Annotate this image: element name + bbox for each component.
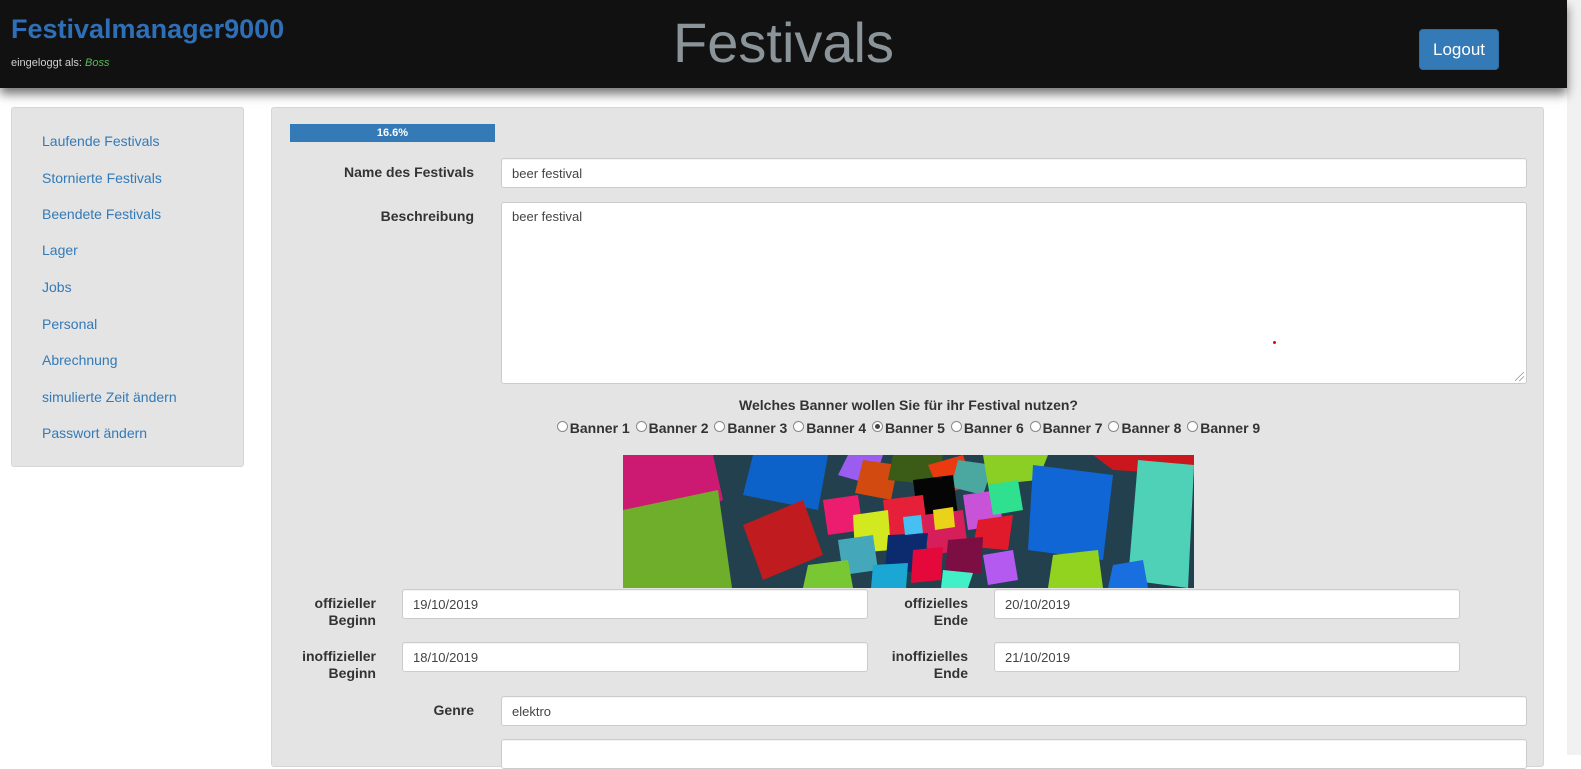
top-navbar: Festivalmanager9000 eingeloggt als: Boss…	[0, 0, 1567, 88]
banner-option-label: Banner 4	[806, 420, 867, 436]
banner-option-label: Banner 6	[963, 420, 1024, 436]
official-start-label: offizieller Beginn	[292, 595, 376, 629]
cursor-marker	[1273, 341, 1276, 344]
sidebar-item-simulierte-zeit[interactable]: simulierte Zeit ändern	[42, 389, 177, 405]
unofficial-start-input[interactable]: 18/10/2019	[402, 642, 868, 672]
unofficial-end-label-line2: Ende	[933, 665, 968, 681]
sidebar-item-stornierte-festivals[interactable]: Stornierte Festivals	[42, 170, 162, 186]
banner-option-3[interactable]: Banner 3	[714, 420, 787, 436]
unofficial-start-label-line2: Beginn	[328, 665, 376, 681]
radio-button-icon[interactable]	[950, 421, 962, 432]
sidebar-item-jobs[interactable]: Jobs	[42, 279, 72, 295]
sidebar-item-lager[interactable]: Lager	[42, 242, 78, 258]
progress-bar-fill: 16.6%	[290, 124, 495, 142]
radio-button-icon[interactable]	[635, 421, 647, 432]
banner-option-1[interactable]: Banner 1	[556, 420, 630, 436]
banner-option-9[interactable]: Banner 9	[1187, 420, 1260, 436]
banner-option-2[interactable]: Banner 2	[635, 420, 709, 436]
banner-option-label: Banner 9	[1200, 420, 1261, 436]
page-scrollbar[interactable]	[1567, 0, 1581, 755]
festival-name-input[interactable]: beer festival	[501, 158, 1527, 188]
unofficial-end-input[interactable]: 21/10/2019	[994, 642, 1460, 672]
official-end-label-line2: Ende	[933, 612, 968, 628]
unofficial-start-label-line1: inoffizieller	[302, 648, 376, 664]
banner-question: Welches Banner wollen Sie für ihr Festiv…	[739, 397, 1078, 413]
sidebar-item-beendete-festivals[interactable]: Beendete Festivals	[42, 206, 161, 222]
banner-option-label: Banner 7	[1042, 420, 1103, 436]
genre-label: Genre	[433, 702, 474, 718]
radio-button-icon[interactable]	[872, 421, 884, 432]
description-textarea[interactable]: beer festival	[501, 202, 1527, 384]
festival-form-panel: 16.6% Name des Festivals beer festival B…	[271, 107, 1545, 769]
radio-button-icon[interactable]	[556, 421, 568, 432]
progress-bar: 16.6%	[290, 124, 495, 142]
sidebar: Laufende Festivals Stornierte Festivals …	[11, 107, 244, 467]
banner-radio-group: Banner 1 Banner 2 Banner 3 Banner 4 Bann…	[272, 420, 1545, 436]
description-label: Beschreibung	[380, 208, 474, 224]
banner-option-label: Banner 1	[569, 420, 630, 436]
banner-option-4[interactable]: Banner 4	[793, 420, 866, 436]
banner-option-8[interactable]: Banner 8	[1108, 420, 1181, 436]
description-text: beer festival	[512, 209, 583, 224]
genre-input[interactable]: elektro	[501, 696, 1527, 726]
banner-option-5[interactable]: Banner 5	[872, 420, 945, 436]
banner-option-label: Banner 3	[727, 420, 788, 436]
page-title: Festivals	[673, 11, 894, 74]
radio-button-icon[interactable]	[714, 421, 726, 432]
official-end-label: offizielles Ende	[882, 595, 968, 629]
sidebar-item-personal[interactable]: Personal	[42, 316, 97, 332]
official-end-input[interactable]: 20/10/2019	[994, 589, 1460, 619]
name-label: Name des Festivals	[344, 164, 474, 180]
unofficial-end-label: inoffizielles Ende	[882, 648, 968, 682]
official-start-label-line1: offizieller	[314, 595, 376, 611]
unofficial-start-label: inoffizieller Beginn	[292, 648, 376, 682]
sidebar-item-passwort[interactable]: Passwort ändern	[42, 425, 147, 441]
banner-option-6[interactable]: Banner 6	[950, 420, 1024, 436]
sidebar-item-laufende-festivals[interactable]: Laufende Festivals	[42, 133, 160, 149]
banner-artwork	[623, 455, 1194, 588]
radio-button-icon[interactable]	[1108, 421, 1120, 432]
sidebar-item-abrechnung[interactable]: Abrechnung	[42, 352, 118, 368]
banner-option-7[interactable]: Banner 7	[1029, 420, 1103, 436]
official-start-input[interactable]: 19/10/2019	[402, 589, 868, 619]
logout-button[interactable]: Logout	[1419, 29, 1499, 70]
official-end-label-line1: offizielles	[904, 595, 968, 611]
radio-button-icon[interactable]	[793, 421, 805, 432]
radio-button-icon[interactable]	[1029, 421, 1041, 432]
budget-input[interactable]	[501, 739, 1527, 769]
banner-preview-image	[623, 455, 1194, 588]
resize-grip-icon[interactable]	[1515, 372, 1524, 381]
banner-option-label: Banner 8	[1121, 420, 1182, 436]
unofficial-end-label-line1: inoffizielles	[891, 648, 968, 664]
radio-button-icon[interactable]	[1187, 421, 1199, 432]
official-start-label-line2: Beginn	[328, 612, 376, 628]
banner-option-label: Banner 5	[885, 420, 945, 436]
banner-option-label: Banner 2	[648, 420, 709, 436]
